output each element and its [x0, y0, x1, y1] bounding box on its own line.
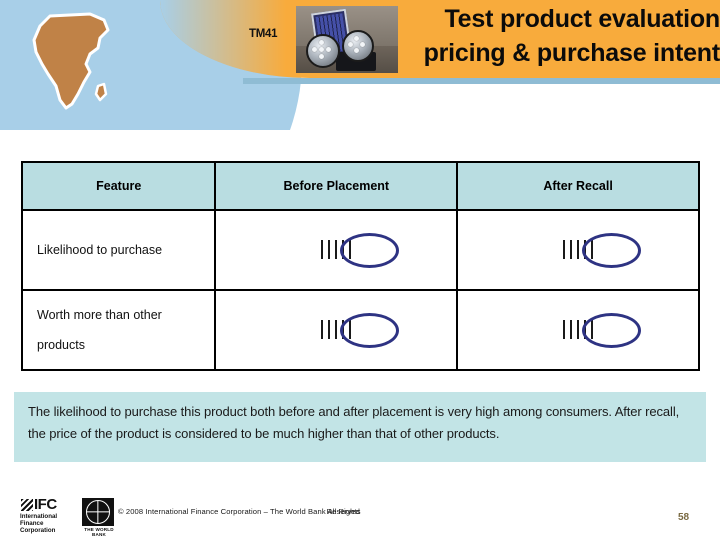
ifc-wordmark: IFC [34, 496, 57, 513]
swatch-wrap [584, 240, 587, 259]
summary-callout-box: The likelihood to purchase this product … [14, 392, 706, 462]
copyright-main-text: © 2008 International Finance Corporation… [118, 507, 361, 516]
rating-swatch-4 [342, 320, 345, 339]
swatch-wrap [563, 240, 566, 259]
rating-swatch-2 [328, 240, 331, 259]
before-placement-cell [214, 289, 459, 371]
logo-strip: IFC International Finance Corporation TH… [18, 495, 123, 537]
page-number: 58 [678, 512, 690, 523]
world-bank-label: THE WORLD BANK [84, 527, 114, 537]
swatch-wrap [570, 240, 573, 259]
rating-swatch-1 [563, 240, 566, 259]
swatch-wrap [577, 320, 580, 339]
rating-swatch-3 [577, 240, 580, 259]
swatch-wrap [328, 240, 331, 259]
swatch-wrap [582, 233, 642, 268]
swatch-wrap [340, 313, 400, 348]
lamp-head-icon [306, 34, 340, 68]
world-bank-logo: THE WORLD BANK [74, 495, 123, 537]
feature-cell: Worth more than other products [20, 289, 217, 371]
solar-lamp-product-photo [296, 6, 398, 73]
rating-swatch-3 [335, 320, 338, 339]
rating-swatch-3 [577, 320, 580, 339]
rating-swatch-1 [563, 320, 566, 339]
rating-swatch-4 [342, 240, 345, 259]
ifc-logo: IFC International Finance Corporation [18, 495, 74, 537]
table-row: Worth more than other products [20, 289, 700, 371]
lamp-head-secondary-icon [342, 30, 374, 62]
rating-swatch-5 [591, 320, 594, 339]
summary-text: The likelihood to purchase this product … [28, 404, 680, 441]
copyright-overlap-text: Reserved [326, 507, 360, 516]
swatch-wrap [582, 313, 642, 348]
slide-footer: IFC International Finance Corporation TH… [0, 492, 720, 540]
feature-label: Worth more than other products [37, 308, 162, 352]
swatch-wrap [340, 233, 400, 268]
slide-header: TM41 Test product evaluation pricing & p… [0, 0, 720, 130]
product-evaluation-table: Feature Before Placement After Recall Li… [20, 161, 700, 371]
africa-map-icon [32, 12, 110, 110]
swatch-wrap [335, 320, 338, 339]
swatch-wrap [342, 240, 345, 259]
rating-scale-before [216, 233, 456, 268]
feature-label: Likelihood to purchase [37, 243, 163, 257]
swatch-wrap [577, 240, 580, 259]
rating-swatch-3 [335, 240, 338, 259]
after-recall-cell [456, 289, 700, 371]
swatch-wrap [335, 240, 338, 259]
rating-swatch-5 [349, 320, 352, 339]
rating-swatch-4 [584, 240, 587, 259]
swatch-wrap [321, 240, 324, 259]
ifc-mark-icon [21, 499, 33, 511]
column-header-feature: Feature [20, 161, 217, 211]
rating-swatch-2 [570, 240, 573, 259]
globe-icon [82, 498, 114, 526]
swatch-wrap [321, 320, 324, 339]
swatch-wrap [342, 320, 345, 339]
header-underline-rule [243, 78, 720, 84]
table-row: Likelihood to purchase [20, 209, 700, 291]
rating-scale-after [458, 313, 698, 348]
swatch-wrap [584, 320, 587, 339]
rating-swatch-1 [321, 240, 324, 259]
rating-swatch-4 [584, 320, 587, 339]
swatch-wrap [563, 320, 566, 339]
rating-scale-before [216, 313, 456, 348]
after-recall-cell [456, 209, 700, 291]
rating-swatch-5 [349, 240, 352, 259]
copyright-notice: © 2008 International Finance Corporation… [118, 507, 360, 516]
table-header-row: Feature Before Placement After Recall [20, 161, 700, 211]
before-placement-cell [214, 209, 459, 291]
feature-cell: Likelihood to purchase [20, 209, 217, 291]
column-header-after-recall: After Recall [456, 161, 700, 211]
rating-swatch-5 [591, 240, 594, 259]
ifc-subtitle: International Finance Corporation [20, 513, 58, 534]
rating-scale-after [458, 233, 698, 268]
swatch-wrap [328, 320, 331, 339]
rating-swatch-2 [570, 320, 573, 339]
rating-swatch-1 [321, 320, 324, 339]
column-header-before-placement: Before Placement [214, 161, 459, 211]
tm-code-label: TM41 [249, 28, 278, 40]
rating-swatch-2 [328, 320, 331, 339]
swatch-wrap [570, 320, 573, 339]
